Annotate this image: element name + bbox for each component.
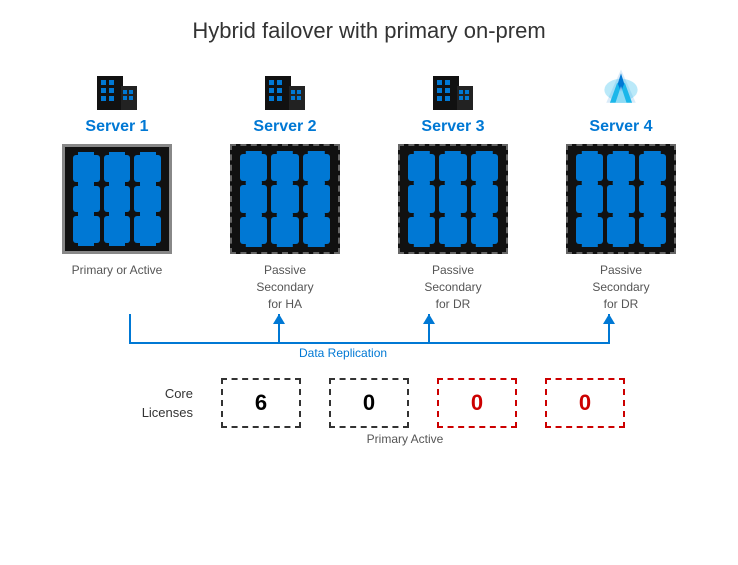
chip-4-3: [639, 154, 666, 181]
server-col-1: Server 1 Primary or Active: [47, 62, 187, 279]
server-label-1: Server 1: [85, 118, 148, 136]
arrow-up-s2: [273, 314, 285, 324]
server-col-3: Server 3 PassiveSecondaryfor DR: [383, 62, 523, 312]
v-line-s1: [129, 314, 131, 344]
server-label-4: Server 4: [589, 118, 652, 136]
license-value-4: 0: [579, 390, 591, 416]
chip-box-4: [566, 144, 676, 254]
chip-1-8: [104, 216, 131, 243]
building-icon-2: [261, 62, 309, 114]
license-box-4: 0: [545, 378, 625, 428]
chip-1-5: [104, 186, 131, 213]
building-icon-1: [93, 62, 141, 114]
server-desc-3: PassiveSecondaryfor DR: [424, 262, 481, 312]
replication-area: Data Replication: [59, 314, 679, 364]
server-col-4: Server 4 PassiveSecondaryfor DR: [551, 62, 691, 312]
license-value-1: 6: [255, 390, 267, 416]
chip-4-2: [607, 154, 634, 181]
diagram-area: Server 1 Primary or Active: [0, 54, 738, 446]
server-label-3: Server 3: [421, 118, 484, 136]
license-box-2: 0: [329, 378, 409, 428]
chip-3-2: [439, 154, 466, 181]
primary-active-label: Primary Active: [365, 432, 445, 446]
chip-1-6: [134, 186, 161, 213]
license-label-line2: Licenses: [142, 403, 193, 423]
chip-3-8: [439, 217, 466, 244]
server-desc-1: Primary or Active: [72, 262, 163, 279]
license-row: Core Licenses 6 0 0 0: [113, 378, 625, 428]
chip-1-4: [73, 186, 100, 213]
chip-4-9: [639, 217, 666, 244]
page-title: Hybrid failover with primary on-prem: [192, 18, 545, 44]
license-label-line1: Core: [165, 384, 193, 404]
chip-4-6: [639, 185, 666, 212]
chip-2-1: [240, 154, 267, 181]
chip-1-7: [73, 216, 100, 243]
chip-3-7: [408, 217, 435, 244]
chip-4-8: [607, 217, 634, 244]
chip-1-3: [134, 155, 161, 182]
chip-box-1: [62, 144, 172, 254]
replication-label: Data Replication: [299, 346, 387, 360]
license-box-1: 6: [221, 378, 301, 428]
chip-3-4: [408, 185, 435, 212]
license-value-3: 0: [471, 390, 483, 416]
chip-2-4: [240, 185, 267, 212]
chip-3-1: [408, 154, 435, 181]
chip-3-3: [471, 154, 498, 181]
chip-4-4: [576, 185, 603, 212]
chip-4-5: [607, 185, 634, 212]
chip-2-9: [303, 217, 330, 244]
chip-2-6: [303, 185, 330, 212]
server-col-2: Server 2 PassiveSecondaryfor HA: [215, 62, 355, 312]
chip-box-3: [398, 144, 508, 254]
chip-2-2: [271, 154, 298, 181]
primary-active-row: Primary Active: [0, 432, 738, 446]
license-label: Core Licenses: [113, 384, 193, 423]
azure-icon-4: [597, 62, 645, 114]
arrow-up-s4: [603, 314, 615, 324]
chip-3-5: [439, 185, 466, 212]
license-value-2: 0: [363, 390, 375, 416]
license-box-3: 0: [437, 378, 517, 428]
chip-box-2: [230, 144, 340, 254]
building-icon-3: [429, 62, 477, 114]
chip-4-7: [576, 217, 603, 244]
h-line-replication: [129, 342, 609, 344]
chip-2-3: [303, 154, 330, 181]
servers-row: Server 1 Primary or Active: [47, 62, 691, 312]
server-label-2: Server 2: [253, 118, 316, 136]
chip-1-9: [134, 216, 161, 243]
chip-3-6: [471, 185, 498, 212]
server-desc-2: PassiveSecondaryfor HA: [256, 262, 313, 312]
chip-2-7: [240, 217, 267, 244]
chip-2-8: [271, 217, 298, 244]
chip-4-1: [576, 154, 603, 181]
chip-1-2: [104, 155, 131, 182]
server-desc-4: PassiveSecondaryfor DR: [592, 262, 649, 312]
chip-1-1: [73, 155, 100, 182]
arrow-up-s3: [423, 314, 435, 324]
chip-3-9: [471, 217, 498, 244]
chip-2-5: [271, 185, 298, 212]
